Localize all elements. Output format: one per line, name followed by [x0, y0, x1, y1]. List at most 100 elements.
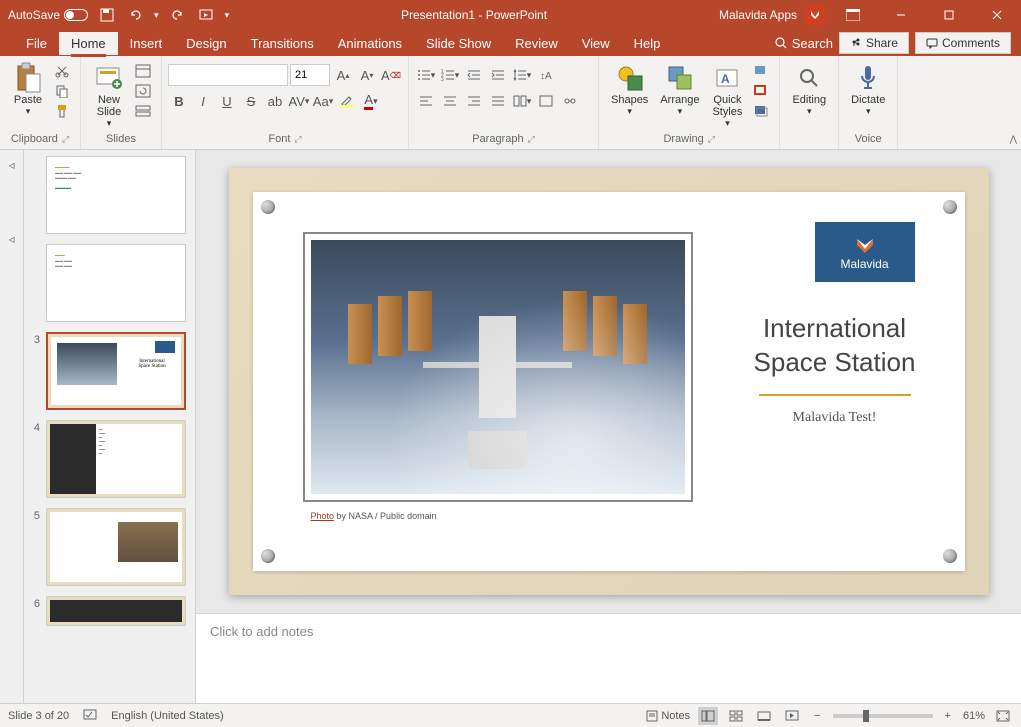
account-avatar-icon[interactable] [805, 5, 825, 25]
italic-button[interactable]: I [192, 90, 214, 112]
smartart-icon[interactable] [559, 90, 581, 112]
cut-icon[interactable] [52, 62, 72, 80]
zoom-slider[interactable] [833, 714, 933, 718]
layout-icon[interactable] [133, 62, 153, 80]
redo-icon[interactable] [169, 6, 187, 24]
reading-view-icon[interactable] [754, 707, 774, 725]
menu-home[interactable]: Home [59, 32, 118, 55]
numbering-icon[interactable]: 123▾ [439, 64, 461, 86]
save-icon[interactable] [98, 6, 116, 24]
caption-link[interactable]: Photo [311, 511, 335, 521]
slide-logo[interactable]: Malavida [815, 222, 915, 282]
slideshow-icon[interactable] [197, 6, 215, 24]
slide-counter[interactable]: Slide 3 of 20 [8, 710, 69, 722]
zoom-level[interactable]: 61% [963, 710, 985, 722]
slide-canvas[interactable]: Malavida International Space Station Mal… [196, 150, 1021, 613]
reset-icon[interactable] [133, 82, 153, 100]
thumbnail-2[interactable]: ━━━━▬▬ ▬▬▬▬ ▬▬ [30, 244, 189, 322]
spacing-icon[interactable]: AV▾ [288, 90, 310, 112]
align-text-icon[interactable] [535, 90, 557, 112]
menu-insert[interactable]: Insert [118, 32, 175, 55]
slide-title[interactable]: International Space Station [735, 312, 935, 380]
bullets-icon[interactable]: ▾ [415, 64, 437, 86]
increase-indent-icon[interactable] [487, 64, 509, 86]
undo-dropdown-icon[interactable]: ▾ [154, 10, 159, 21]
decrease-font-icon[interactable]: A▾ [356, 64, 378, 86]
thumbnail-1[interactable]: ━━━━━━▬▬ ▬▬ ▬▬▬▬▬ ▬▬▬▬▬▬ [30, 156, 189, 234]
sorter-view-icon[interactable] [726, 707, 746, 725]
paste-button[interactable]: Paste ▾ [6, 60, 50, 119]
font-color-icon[interactable]: A▾ [360, 90, 382, 112]
normal-view-icon[interactable] [698, 707, 718, 725]
section-icon[interactable] [133, 102, 153, 120]
menu-view[interactable]: View [570, 32, 622, 55]
font-launcher-icon[interactable]: ⤢ [294, 134, 301, 145]
thumbnail-4[interactable]: 4 ▬▬▬▬▬▬▬▬▬▬ [30, 420, 189, 498]
menu-design[interactable]: Design [174, 32, 238, 55]
thumbnail-5[interactable]: 5 [30, 508, 189, 586]
font-family-select[interactable] [168, 64, 288, 86]
justify-icon[interactable] [487, 90, 509, 112]
zoom-in-icon[interactable]: + [941, 710, 955, 722]
menu-animations[interactable]: Animations [326, 32, 414, 55]
thumbnail-3[interactable]: 3 InternationalSpace Station [30, 332, 189, 410]
collapse-ribbon-icon[interactable]: ⋀ [1010, 134, 1017, 145]
account-name[interactable]: Malavida Apps [719, 8, 797, 22]
dictate-button[interactable]: Dictate▾ [845, 60, 891, 119]
strike-button[interactable]: S [240, 90, 262, 112]
drawing-launcher-icon[interactable]: ⤢ [708, 134, 715, 145]
notes-toggle[interactable]: Notes [646, 710, 690, 722]
comments-button[interactable]: Comments [915, 32, 1011, 54]
notes-area[interactable]: Click to add notes [196, 613, 1021, 703]
columns-icon[interactable]: ▾ [511, 90, 533, 112]
paragraph-launcher-icon[interactable]: ⤢ [528, 134, 535, 145]
close-icon[interactable] [977, 0, 1017, 30]
clear-format-icon[interactable]: A⌫ [380, 64, 402, 86]
copy-icon[interactable] [52, 82, 72, 100]
autosave-toggle[interactable]: AutoSave [8, 8, 88, 22]
bold-button[interactable]: B [168, 90, 190, 112]
line-spacing-icon[interactable]: ▾ [511, 64, 533, 86]
undo-icon[interactable] [126, 6, 144, 24]
decrease-indent-icon[interactable] [463, 64, 485, 86]
thumbnail-6[interactable]: 6 [30, 596, 189, 626]
minimize-icon[interactable] [881, 0, 921, 30]
arrange-button[interactable]: Arrange▾ [654, 60, 705, 119]
highlight-icon[interactable] [336, 90, 358, 112]
ribbon-mode-icon[interactable] [833, 0, 873, 30]
language-status[interactable]: English (United States) [111, 710, 224, 722]
clipboard-launcher-icon[interactable]: ⤢ [62, 134, 69, 145]
font-size-select[interactable] [290, 64, 330, 86]
new-slide-button[interactable]: New Slide ▾ [87, 60, 131, 131]
shape-effects-icon[interactable] [751, 102, 771, 120]
menu-slideshow[interactable]: Slide Show [414, 32, 503, 55]
align-right-icon[interactable] [463, 90, 485, 112]
text-direction-icon[interactable]: ↕A [535, 64, 557, 86]
editing-button[interactable]: Editing▾ [786, 60, 832, 119]
zoom-out-icon[interactable]: − [810, 710, 824, 722]
menu-help[interactable]: Help [622, 32, 673, 55]
align-center-icon[interactable] [439, 90, 461, 112]
slide-caption[interactable]: Photo by NASA / Public domain [311, 511, 437, 521]
shape-outline-icon[interactable] [751, 82, 771, 100]
slide-subtitle[interactable]: Malavida Test! [735, 410, 935, 426]
maximize-icon[interactable] [929, 0, 969, 30]
slide[interactable]: Malavida International Space Station Mal… [229, 168, 989, 595]
slide-image[interactable] [303, 232, 693, 502]
underline-button[interactable]: U [216, 90, 238, 112]
menu-file[interactable]: File [14, 32, 59, 55]
search-box[interactable]: Search [774, 36, 833, 51]
fit-window-icon[interactable] [993, 707, 1013, 725]
slideshow-view-icon[interactable] [782, 707, 802, 725]
share-button[interactable]: Share [839, 32, 909, 54]
change-case-icon[interactable]: Aa▾ [312, 90, 334, 112]
increase-font-icon[interactable]: A▴ [332, 64, 354, 86]
shape-fill-icon[interactable] [751, 62, 771, 80]
spellcheck-icon[interactable] [83, 707, 97, 724]
align-left-icon[interactable] [415, 90, 437, 112]
shapes-button[interactable]: Shapes▾ [605, 60, 654, 119]
thumbnail-pane[interactable]: ━━━━━━▬▬ ▬▬ ▬▬▬▬▬ ▬▬▬▬▬▬ ━━━━▬▬ ▬▬▬▬ ▬▬ … [24, 150, 196, 703]
shadow-button[interactable]: ab [264, 90, 286, 112]
quick-styles-button[interactable]: A Quick Styles▾ [705, 60, 749, 131]
menu-review[interactable]: Review [503, 32, 570, 55]
